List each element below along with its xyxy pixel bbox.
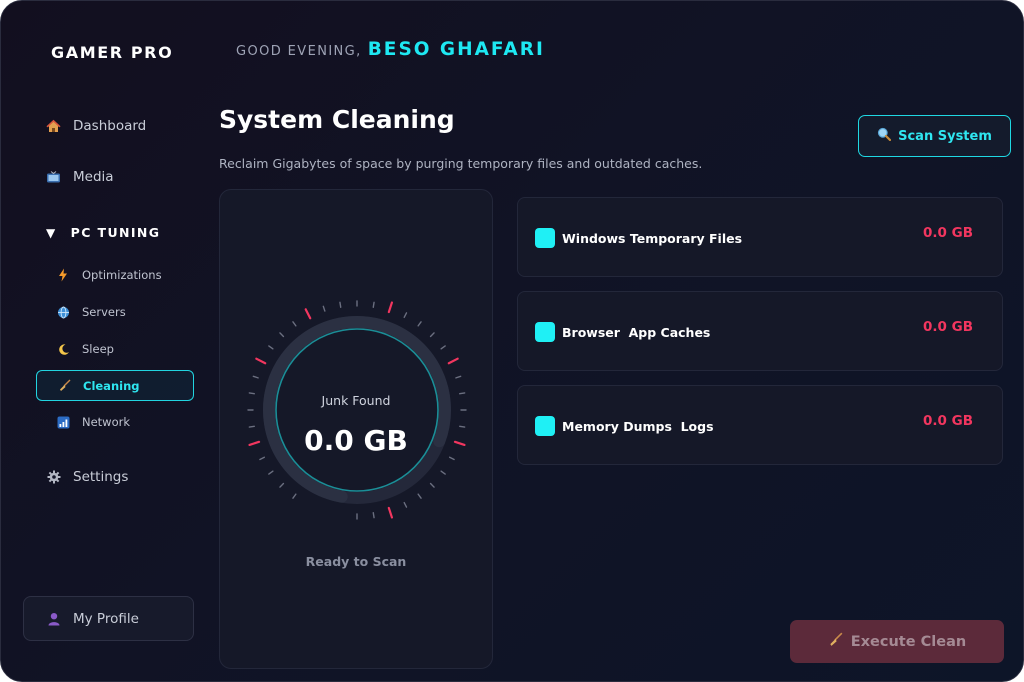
gauge-tick-major [304, 308, 312, 320]
gauge-tick-major [255, 357, 267, 365]
item-name: Browser App Caches [562, 325, 711, 340]
junk-found-label: Junk Found [321, 393, 391, 408]
sidebar-item-network[interactable]: Network [56, 415, 130, 429]
sidebar-item-servers[interactable]: Servers [56, 305, 126, 319]
gauge-tick-minor [252, 375, 259, 379]
gauge-tick-minor [372, 512, 375, 519]
brand-logo: GAMER PRO [51, 43, 174, 62]
gauge-tick-major [387, 301, 394, 314]
clean-item-windows-temp[interactable]: Windows Temporary Files 0.0 GB [517, 197, 1003, 277]
execute-clean-label: Execute Clean [850, 633, 967, 650]
profile-label: My Profile [73, 610, 139, 627]
junk-gauge-card: Junk Found 0.0 GB Ready to Scan [219, 189, 493, 669]
sidebar-item-dashboard[interactable]: Dashboard [46, 118, 146, 134]
user-name: BESO GHAFARI [367, 39, 545, 60]
sidebar-item-media[interactable]: Media [46, 169, 114, 185]
gauge-tick-minor [429, 482, 435, 488]
sidebar-item-cleaning[interactable]: Cleaning [36, 370, 194, 401]
sidebar-item-label: Media [73, 169, 114, 185]
gauge-tick-minor [429, 332, 435, 338]
item-size: 0.0 GB [923, 225, 973, 241]
scan-system-button[interactable]: Scan System [858, 115, 1011, 157]
tv-icon [46, 170, 61, 185]
junk-found-value: 0.0 GB [304, 424, 408, 457]
gauge-tick-major [387, 506, 394, 519]
gauge-tick-minor [279, 332, 285, 338]
magnifier-icon [877, 127, 892, 145]
house-icon [46, 119, 61, 134]
gauge-tick-minor [403, 501, 408, 508]
greeting-prefix: GOOD EVENING, [236, 44, 362, 59]
gauge-tick-minor [417, 321, 422, 327]
gauge-tick-minor [403, 312, 408, 319]
sidebar-item-label: Settings [73, 469, 129, 485]
greeting: GOOD EVENING, BESO GHAFARI [236, 39, 545, 60]
page-subtitle: Reclaim Gigabytes of space by purging te… [219, 156, 703, 171]
page-title: System Cleaning [219, 105, 455, 134]
gauge-tick-minor [259, 456, 266, 461]
gauge-ticks [247, 300, 467, 520]
item-size: 0.0 GB [923, 413, 973, 429]
globe-icon [56, 305, 70, 319]
sidebar-item-label: Network [82, 415, 131, 429]
gauge-tick-minor [372, 301, 375, 308]
sidebar-item-label: Optimizations [82, 268, 162, 282]
lightning-icon [56, 268, 70, 282]
gauge-tick-minor [292, 493, 297, 499]
gauge-tick-minor [268, 345, 274, 350]
gauge-tick-minor [292, 321, 297, 327]
signal-bars-icon [56, 415, 70, 429]
app-window: GAMER PRO Dashboard Media ▼ PC TUNING Op… [0, 0, 1024, 682]
gauge-tick-minor [448, 456, 455, 461]
sidebar-item-settings[interactable]: Settings [46, 469, 128, 485]
gauge-tick-minor [322, 305, 326, 312]
sidebar-item-label: Sleep [82, 342, 114, 356]
triangle-down-icon: ▼ [46, 225, 57, 240]
clean-item-browser-caches[interactable]: Browser App Caches 0.0 GB [517, 291, 1003, 371]
item-checkbox[interactable] [535, 416, 555, 436]
gauge-tick-minor [339, 301, 342, 308]
broom-icon [57, 379, 71, 393]
scan-status: Ready to Scan [305, 554, 407, 569]
sidebar-item-label: Dashboard [73, 118, 147, 134]
gauge-tick-minor [455, 375, 462, 379]
moon-icon [56, 342, 70, 356]
sidebar-item-label: Servers [82, 305, 126, 319]
scan-system-label: Scan System [898, 128, 992, 144]
gauge-tick-major [447, 357, 459, 365]
section-pc-tuning[interactable]: ▼ PC TUNING [46, 225, 160, 240]
gauge-tick-minor [279, 482, 285, 488]
item-checkbox[interactable] [535, 228, 555, 248]
user-icon [46, 611, 61, 626]
gauge-tick-minor [417, 493, 422, 499]
gauge-inner-ring [275, 328, 439, 492]
sidebar-item-label: Cleaning [83, 378, 140, 393]
item-size: 0.0 GB [923, 319, 973, 335]
broom-icon [828, 632, 843, 651]
clean-item-memory-dumps[interactable]: Memory Dumps Logs 0.0 GB [517, 385, 1003, 465]
gauge-tick-minor [440, 470, 446, 475]
sidebar-item-optimizations[interactable]: Optimizations [56, 268, 162, 282]
item-name: Memory Dumps Logs [562, 419, 714, 434]
sidebar-item-sleep[interactable]: Sleep [56, 342, 114, 356]
execute-clean-button[interactable]: Execute Clean [790, 620, 1004, 663]
gauge-tick-minor [440, 345, 446, 350]
item-checkbox[interactable] [535, 322, 555, 342]
my-profile-button[interactable]: My Profile [23, 596, 194, 641]
gauge-tick-minor [268, 470, 274, 475]
item-name: Windows Temporary Files [562, 231, 743, 246]
gear-icon [46, 470, 61, 485]
section-label: PC TUNING [70, 225, 161, 240]
